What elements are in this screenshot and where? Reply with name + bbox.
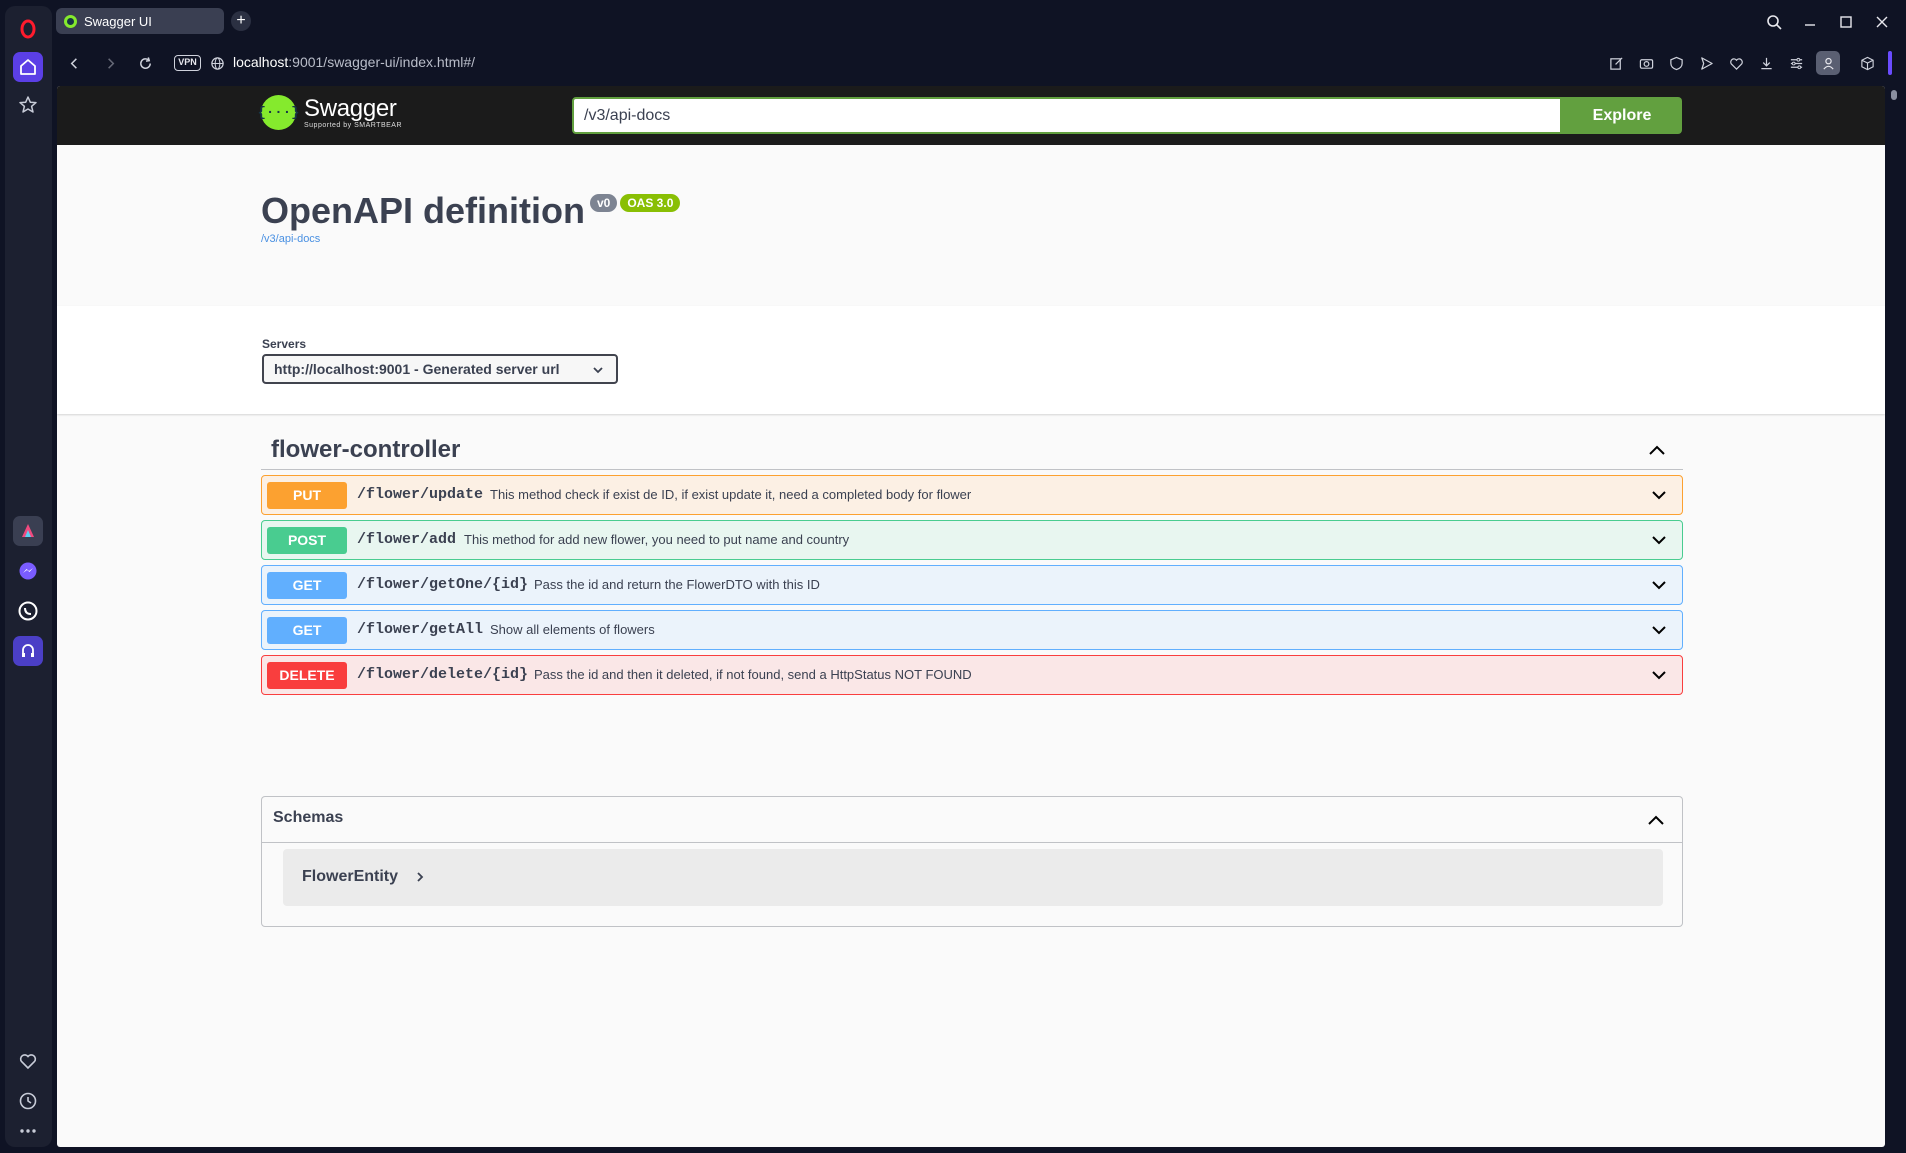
- forward-arrow-icon[interactable]: [99, 52, 121, 74]
- shield-icon[interactable]: [1667, 54, 1685, 72]
- method-badge: GET: [267, 617, 347, 644]
- opera-sidebar: [5, 6, 52, 1147]
- servers-selected-value: http://localhost:9001 - Generated server…: [274, 361, 560, 377]
- tag-section: flower-controller PUT /flower/update Thi…: [261, 430, 1683, 695]
- operation-summary: Pass the id and then it deleted, if not …: [534, 667, 972, 682]
- sidebar-accent-bar: [1888, 51, 1892, 75]
- chevron-up-icon[interactable]: [1646, 810, 1666, 830]
- operation-path: /flower/getOne/{id}: [357, 576, 529, 593]
- back-arrow-icon[interactable]: [63, 52, 85, 74]
- search-icon[interactable]: [1764, 12, 1784, 32]
- history-clock-icon[interactable]: [13, 1086, 43, 1116]
- chevron-right-icon[interactable]: [413, 870, 427, 884]
- reload-icon[interactable]: [134, 52, 156, 74]
- operation-get-flower-getall[interactable]: GET /flower/getAll Show all elements of …: [261, 610, 1683, 650]
- schemas-title: Schemas: [273, 809, 344, 826]
- operation-summary: Show all elements of flowers: [490, 622, 655, 637]
- method-badge: PUT: [267, 482, 347, 509]
- servers-select[interactable]: http://localhost:9001 - Generated server…: [262, 354, 618, 384]
- api-info: OpenAPI definition v0 OAS 3.0 /v3/api-docs: [261, 190, 681, 245]
- chevron-down-icon: [593, 367, 603, 374]
- operation-summary: This method check if exist de ID, if exi…: [490, 487, 972, 502]
- edit-page-icon[interactable]: [1607, 54, 1625, 72]
- oas-badge: OAS 3.0: [620, 194, 681, 212]
- method-badge: DELETE: [267, 662, 347, 689]
- close-window-icon[interactable]: [1872, 12, 1892, 32]
- spec-url-input[interactable]: /v3/api-docs: [572, 97, 1562, 134]
- servers-label: Servers: [262, 337, 307, 351]
- url-path: :9001/swagger-ui/index.html#/: [288, 54, 476, 70]
- messenger-icon[interactable]: [13, 556, 43, 586]
- tab-title: Swagger UI: [84, 13, 152, 29]
- swagger-topbar: {···} Swagger Supported by SMARTBEAR /v3…: [57, 86, 1885, 145]
- page-title: OpenAPI definition: [261, 190, 585, 231]
- method-badge: POST: [267, 527, 347, 554]
- speed-dial-star-icon[interactable]: [13, 90, 43, 120]
- spec-link[interactable]: /v3/api-docs: [261, 233, 680, 245]
- extensions-cube-icon[interactable]: [1858, 54, 1876, 72]
- profile-avatar-icon[interactable]: [1816, 51, 1840, 75]
- operation-summary: This method for add new flower, you need…: [464, 532, 850, 547]
- servers-section: Servers http://localhost:9001 - Generate…: [57, 306, 1885, 414]
- site-globe-icon[interactable]: [206, 52, 228, 74]
- aria-app-icon[interactable]: [13, 516, 43, 546]
- chevron-down-icon[interactable]: [1650, 666, 1668, 684]
- flow-send-icon[interactable]: [1697, 54, 1715, 72]
- tag-header[interactable]: flower-controller: [261, 430, 1683, 470]
- minimize-icon[interactable]: [1800, 12, 1820, 32]
- operation-get-flower-getone[interactable]: GET /flower/getOne/{id} Pass the id and …: [261, 565, 1683, 605]
- operation-path: /flower/delete/{id}: [357, 666, 529, 683]
- operation-path: /flower/add: [357, 531, 457, 548]
- home-icon[interactable]: [13, 52, 43, 82]
- swagger-favicon-icon: [64, 14, 77, 28]
- schemas-section: Schemas FlowerEntity: [261, 796, 1683, 927]
- chevron-down-icon[interactable]: [1650, 531, 1668, 549]
- whatsapp-icon[interactable]: [13, 596, 43, 626]
- url-host: localhost: [233, 54, 289, 70]
- opera-logo-icon[interactable]: [13, 14, 43, 44]
- chevron-up-icon[interactable]: [1647, 440, 1667, 460]
- model-flowerentity[interactable]: FlowerEntity: [283, 849, 1663, 906]
- operation-path: /flower/update: [357, 486, 484, 503]
- scrollbar-thumb[interactable]: [1891, 90, 1897, 100]
- new-tab-button[interactable]: +: [231, 11, 251, 31]
- explore-button[interactable]: Explore: [1562, 97, 1682, 134]
- tag-name: flower-controller: [271, 436, 461, 463]
- logo-text: Swagger: [304, 94, 397, 122]
- address-bar-row: VPN localhost:9001/swagger-ui/index.html…: [56, 46, 1906, 80]
- method-badge: GET: [267, 572, 347, 599]
- camera-snapshot-icon[interactable]: [1637, 54, 1655, 72]
- tab-swagger-ui[interactable]: Swagger UI: [56, 8, 224, 34]
- operation-post-flower-add[interactable]: POST /flower/add This method for add new…: [261, 520, 1683, 560]
- version-badge: v0: [589, 194, 618, 212]
- swagger-logo[interactable]: {···} Swagger Supported by SMARTBEAR: [258, 94, 403, 130]
- bookmark-heart-icon[interactable]: [1727, 54, 1745, 72]
- page-scrollbar[interactable]: [1886, 86, 1902, 1147]
- logo-subtext: Supported by SMARTBEAR: [304, 121, 403, 129]
- operation-delete-flower-delete[interactable]: DELETE /flower/delete/{id} Pass the id a…: [261, 655, 1683, 695]
- schemas-header[interactable]: Schemas: [262, 797, 1682, 843]
- more-dots-icon[interactable]: [13, 1116, 43, 1146]
- browser-window: Swagger UI + VPN localhost:9001/swagger-…: [0, 0, 1906, 1153]
- operation-summary: Pass the id and return the FlowerDTO wit…: [534, 577, 820, 592]
- favorites-heart-icon[interactable]: [13, 1046, 43, 1076]
- tab-strip: Swagger UI +: [56, 8, 1906, 34]
- swagger-logo-icon: {···}: [258, 95, 300, 130]
- maximize-icon[interactable]: [1836, 12, 1856, 32]
- easy-setup-icon[interactable]: [1787, 54, 1805, 72]
- operation-path: /flower/getAll: [357, 621, 484, 638]
- address-url[interactable]: localhost:9001/swagger-ui/index.html#/: [233, 54, 475, 70]
- chevron-down-icon[interactable]: [1650, 486, 1668, 504]
- chevron-down-icon[interactable]: [1650, 576, 1668, 594]
- chevron-down-icon[interactable]: [1650, 621, 1668, 639]
- operation-put-flower-update[interactable]: PUT /flower/update This method check if …: [261, 475, 1683, 515]
- downloads-icon[interactable]: [1757, 54, 1775, 72]
- music-player-icon[interactable]: [13, 636, 43, 666]
- model-name: FlowerEntity: [302, 868, 399, 885]
- vpn-badge[interactable]: VPN: [174, 55, 201, 71]
- page-viewport: {···} Swagger Supported by SMARTBEAR /v3…: [57, 86, 1885, 1147]
